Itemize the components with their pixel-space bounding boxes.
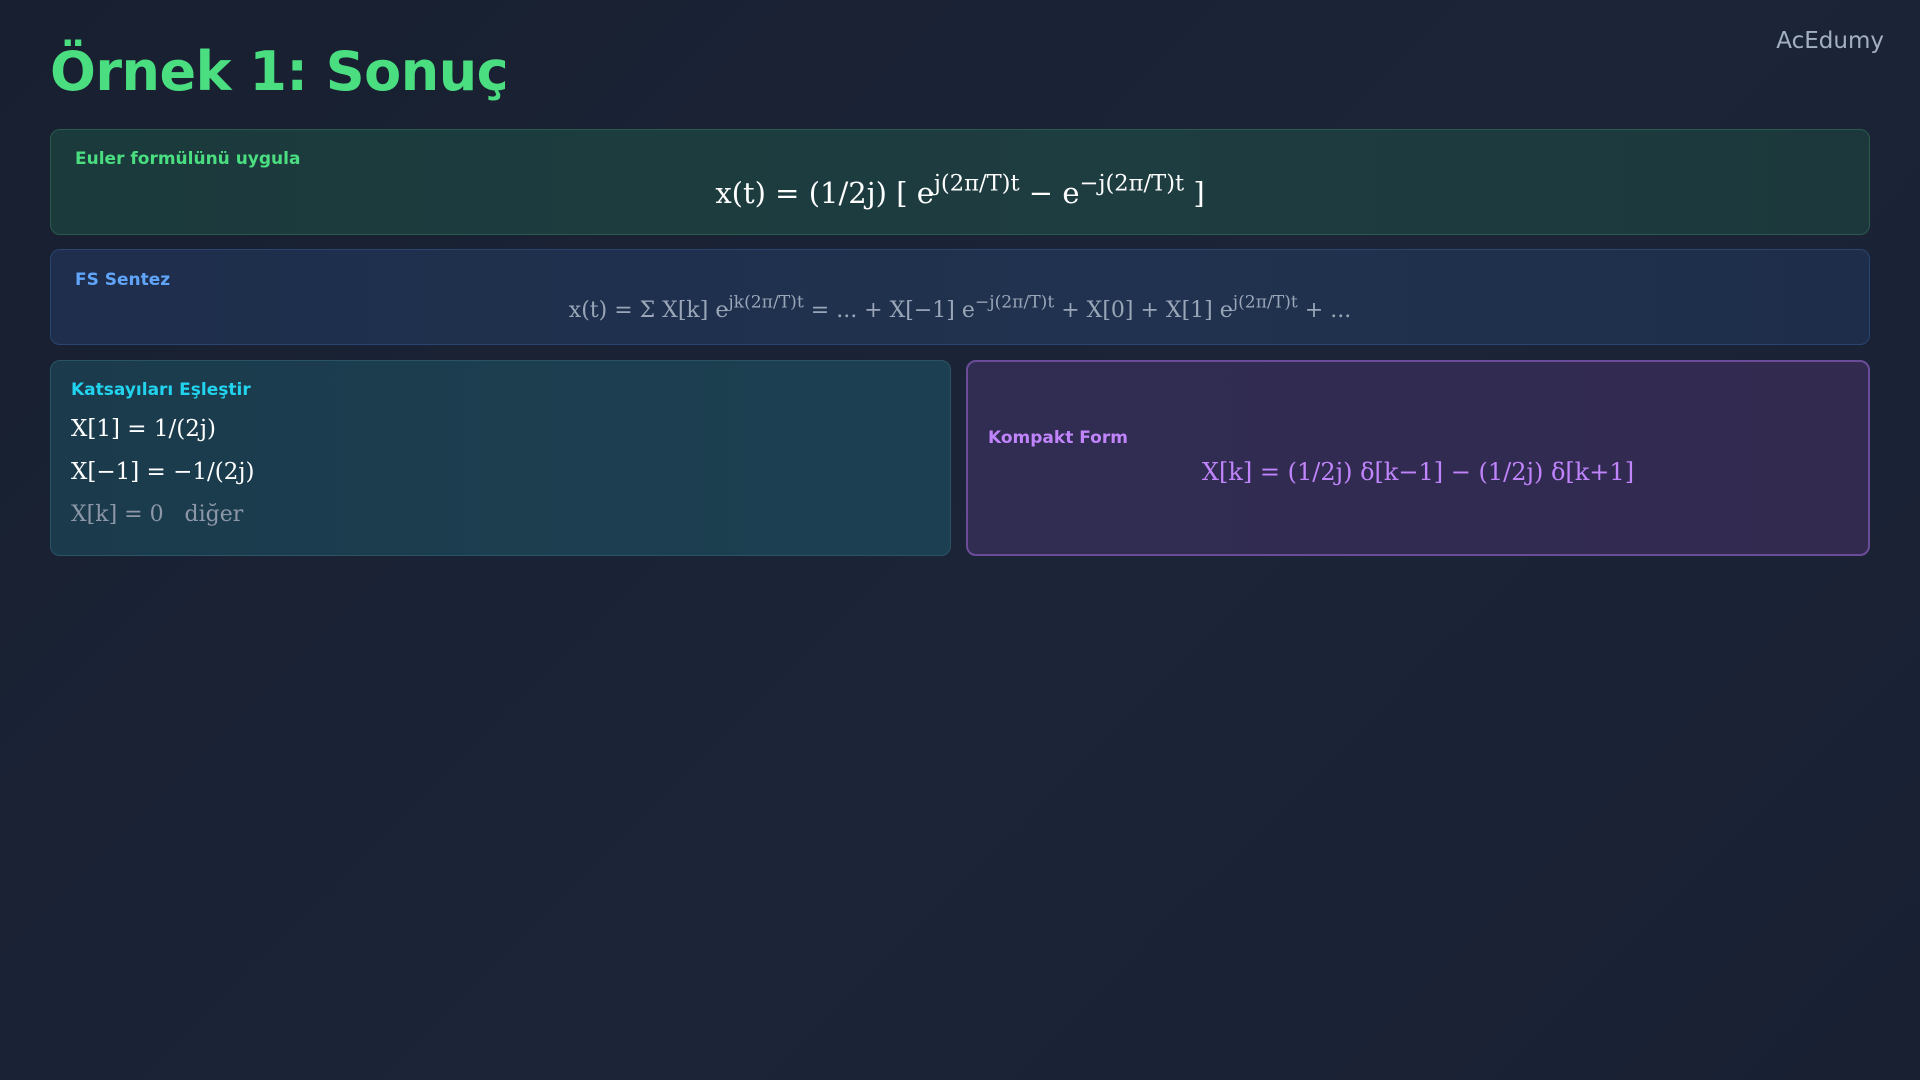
coefficient-line-2: X[−1] = −1/(2j) [71,459,255,485]
fs-eq-part-2: = ... + X[−1] e [803,298,975,323]
euler-eq-part-a: x(t) = (1/2j) [ e [715,176,934,210]
euler-eq-part-b: − e [1019,176,1080,210]
fs-eq-part-1: x(t) = Σ X[k] e [568,298,729,323]
euler-card: Euler formülünü uygula x(t) = (1/2j) [ e… [50,129,1870,235]
fs-card-label: FS Sentez [75,270,171,290]
fs-eq-part-3: + X[0] + X[1] e [1054,298,1233,323]
euler-card-label: Euler formülünü uygula [75,149,301,169]
fs-exp-3: j(2π/T)t [1232,292,1298,313]
brand-name: AcEdumy [1776,28,1884,54]
coefficients-card-label: Katsayıları Eşleştir [71,380,251,400]
euler-eq-part-c: ] [1184,176,1205,210]
coefficient-line-3: X[k] = 0 diğer [71,502,244,527]
euler-equation: x(t) = (1/2j) [ ej(2π/T)t − e−j(2π/T)t ] [51,172,1869,210]
compact-equation: X[k] = (1/2j) δ[k−1] − (1/2j) δ[k+1] [1201,458,1635,486]
fs-eq-part-4: + ... [1297,298,1352,323]
coefficient-line-1: X[1] = 1/(2j) [71,416,216,442]
compact-card-label: Kompakt Form [988,428,1128,448]
compact-form-card: Kompakt Form X[k] = (1/2j) δ[k−1] − (1/2… [966,360,1870,556]
euler-exp-a: j(2π/T)t [933,170,1020,197]
fs-synthesis-card: FS Sentez x(t) = Σ X[k] ejk(2π/T)t = ...… [50,249,1870,345]
fs-exp-1: jk(2π/T)t [728,292,804,313]
euler-exp-b: −j(2π/T)t [1079,170,1185,197]
fs-equation: x(t) = Σ X[k] ejk(2π/T)t = ... + X[−1] e… [51,294,1869,323]
fs-exp-2: −j(2π/T)t [974,292,1055,313]
page-title: Örnek 1: Sonuç [50,40,509,103]
coefficients-card: Katsayıları Eşleştir X[1] = 1/(2j) X[−1]… [50,360,951,556]
